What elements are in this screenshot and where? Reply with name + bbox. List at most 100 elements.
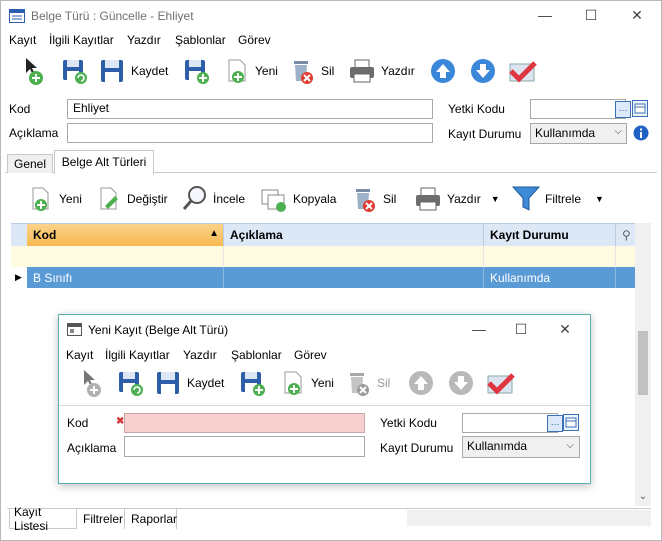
dialog-aciklama-label: Açıklama [67, 441, 117, 455]
minimize-button[interactable]: — [537, 7, 553, 23]
save-button[interactable]: Kaydet [99, 55, 168, 87]
pointer-add-icon [84, 370, 101, 397]
menu-gorev[interactable]: Görev [238, 33, 271, 47]
save-refresh-icon [119, 372, 143, 396]
kod-input[interactable]: Ehliyet [67, 99, 433, 119]
dialog-kod-input[interactable] [124, 413, 365, 433]
previous-record-button[interactable] [429, 55, 457, 87]
menu-yazdir[interactable]: Yazdır [127, 33, 161, 47]
dialog-minimize-button[interactable]: — [471, 321, 487, 337]
yetki-kodu-input[interactable] [530, 99, 626, 119]
dialog-menu-ilgili-kayitlar[interactable]: İlgili Kayıtlar [105, 348, 170, 362]
dialog-new-button[interactable]: Yeni [281, 367, 334, 399]
new-label: Yeni [255, 64, 278, 78]
dialog-next-button[interactable] [447, 367, 475, 399]
arrow-up-icon [431, 59, 455, 83]
magnifier-icon [182, 186, 206, 210]
save-icon [101, 60, 123, 82]
sub-delete-button[interactable]: Sil [351, 183, 396, 215]
print-dropdown-icon[interactable]: ▼ [491, 194, 500, 204]
column-header-kod[interactable]: Kod ▲ [27, 224, 223, 246]
dialog-yetki-list-button[interactable] [563, 414, 579, 431]
sub-edit-button[interactable]: Değiştir [97, 183, 168, 215]
dialog-save-close-button[interactable] [117, 367, 145, 399]
pointer-add-icon [26, 58, 43, 85]
dialog-previous-button[interactable] [407, 367, 435, 399]
menu-ilgili-kayitlar[interactable]: İlgili Kayıtlar [49, 33, 114, 47]
sub-print-button[interactable]: Yazdır ▼ [413, 183, 500, 215]
sub-filter-button[interactable]: Filtrele ▼ [511, 183, 604, 215]
tab-belge-alt-turleri[interactable]: Belge Alt Türleri [54, 150, 154, 175]
new-row-divider [615, 246, 622, 267]
copy-icon [261, 189, 286, 212]
kayit-durumu-value: Kullanımda [535, 126, 596, 140]
tab-genel[interactable]: Genel [7, 154, 53, 173]
dialog-kayit-durumu-label: Kayıt Durumu [380, 441, 454, 455]
yetki-list-button[interactable] [632, 100, 648, 117]
filter-dropdown-icon[interactable]: ▼ [595, 194, 604, 204]
dialog-kayit-durumu-value: Kullanımda [467, 439, 528, 453]
approve-button[interactable] [507, 55, 539, 87]
scroll-down-icon[interactable]: ⌄ [635, 491, 651, 505]
table-row[interactable]: ▶ B Sınıfı Kullanımda [11, 267, 635, 288]
dialog-menu-yazdir[interactable]: Yazdır [183, 348, 217, 362]
dialog-save-button[interactable]: Kaydet [155, 367, 224, 399]
yetki-lookup-button[interactable]: … [615, 101, 631, 118]
new-record-dialog: Yeni Kayıt (Belge Alt Türü) — ☐ ✕ Kayıt … [58, 314, 591, 484]
dialog-approve-button[interactable] [485, 367, 517, 399]
sub-view-button[interactable]: İncele [181, 183, 245, 215]
maximize-button[interactable]: ☐ [583, 7, 599, 23]
sub-copy-button[interactable]: Kopyala [259, 183, 336, 215]
dialog-kayit-durumu-select[interactable]: Kullanımda ⌵ [462, 436, 580, 458]
column-chooser-button[interactable]: ⚲ [615, 224, 635, 246]
tab-filtreler[interactable]: Filtreler [79, 509, 125, 529]
info-icon[interactable] [633, 125, 649, 141]
new-document-icon [32, 187, 49, 211]
new-record-arrow-button[interactable] [23, 55, 47, 87]
delete-button[interactable]: Sil [289, 55, 334, 87]
save-add-icon [185, 60, 209, 84]
dialog-yetki-lookup-button[interactable]: … [547, 415, 563, 432]
dialog-yetki-kodu-label: Yetki Kodu [380, 416, 437, 430]
save-close-button[interactable] [61, 55, 89, 87]
new-button[interactable]: Yeni [225, 55, 278, 87]
tab-raporlar[interactable]: Raporlar [127, 509, 177, 529]
dialog-maximize-button[interactable]: ☐ [513, 321, 529, 337]
sub-view-label: İncele [213, 192, 246, 206]
menu-sablonlar[interactable]: Şablonlar [175, 33, 226, 47]
dialog-aciklama-input[interactable] [124, 436, 365, 457]
arrow-down-icon [449, 371, 473, 395]
dialog-menu-gorev[interactable]: Görev [294, 348, 327, 362]
sub-new-button[interactable]: Yeni [29, 183, 82, 215]
next-record-button[interactable] [469, 55, 497, 87]
print-button[interactable]: Yazdır [347, 55, 415, 87]
dialog-save-new-button[interactable] [239, 367, 267, 399]
sub-edit-label: Değiştir [127, 192, 168, 206]
new-item-row[interactable] [11, 246, 635, 268]
dialog-delete-button[interactable]: Sil [345, 367, 390, 399]
dialog-new-record-arrow-button[interactable] [81, 367, 105, 399]
column-header-aciklama[interactable]: Açıklama [223, 224, 483, 246]
window-title: Belge Türü : Güncelle - Ehliyet [31, 9, 194, 23]
cell-kod: B Sınıfı [33, 270, 73, 285]
menu-kayit[interactable]: Kayıt [9, 33, 36, 47]
tab-kayit-listesi[interactable]: Kayıt Listesi [9, 505, 77, 533]
dialog-form-icon [67, 323, 82, 336]
dialog-menu-kayit[interactable]: Kayıt [66, 348, 93, 362]
new-row-divider [483, 246, 490, 267]
scrollbar-thumb[interactable] [638, 331, 648, 395]
grid-scrollbar[interactable]: ⌄ [635, 223, 651, 506]
save-new-button[interactable] [183, 55, 211, 87]
save-refresh-icon [63, 60, 87, 84]
aciklama-input[interactable] [67, 123, 433, 143]
dialog-yetki-kodu-input[interactable] [462, 413, 558, 433]
column-header-kayit-durumu[interactable]: Kayıt Durumu [483, 224, 615, 246]
dialog-menu-sablonlar[interactable]: Şablonlar [231, 348, 282, 362]
main-window: Belge Türü : Güncelle - Ehliyet — ☐ ✕ Ka… [0, 0, 662, 541]
kod-label: Kod [9, 102, 31, 116]
kayit-durumu-select[interactable]: Kullanımda ⌵ [530, 123, 627, 144]
sub-copy-label: Kopyala [293, 192, 337, 206]
close-button[interactable]: ✕ [629, 7, 645, 23]
printer-icon [350, 59, 374, 83]
dialog-close-button[interactable]: ✕ [557, 321, 573, 337]
